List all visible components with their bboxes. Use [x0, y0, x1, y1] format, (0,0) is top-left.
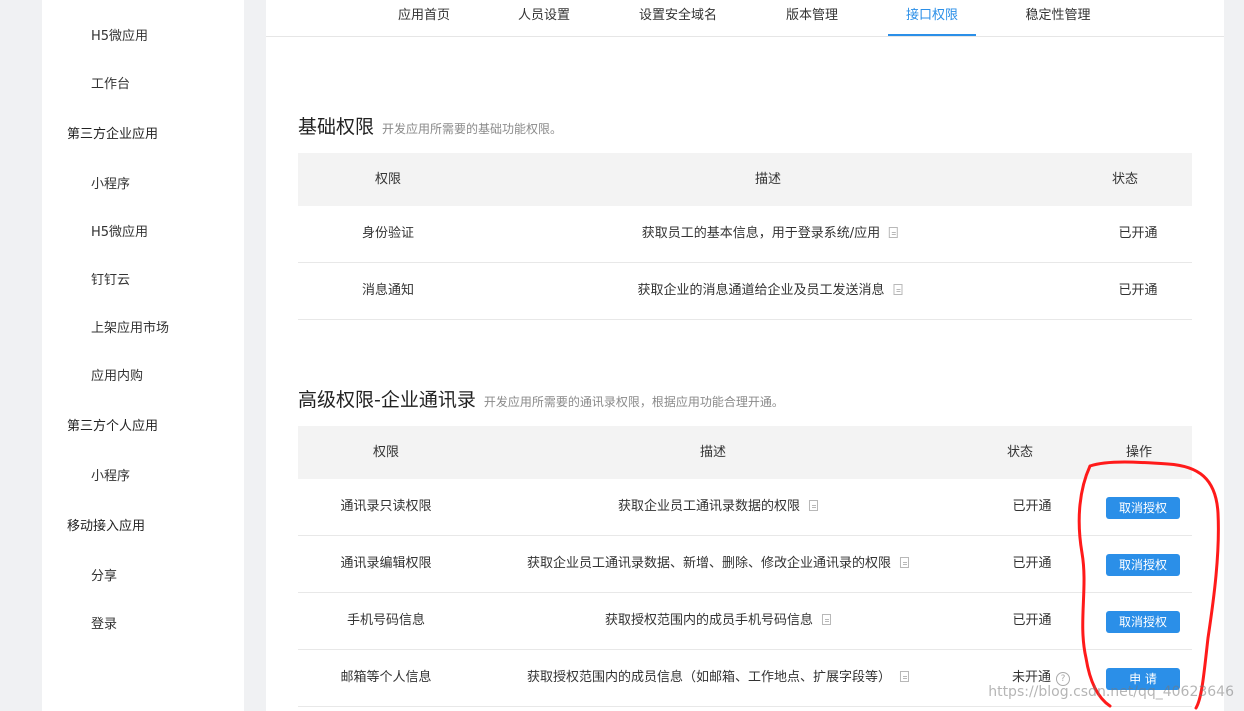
sidebar-item-app-market[interactable]: 上架应用市场	[42, 314, 244, 344]
advanced-table-header: 权限 描述 状态 操作	[298, 426, 1192, 479]
permission-name: 身份验证	[361, 226, 415, 241]
document-icon[interactable]	[889, 227, 899, 238]
permission-desc-text: 获取企业员工通讯录数据、新增、删除、修改企业通讯录的权限	[526, 556, 892, 571]
sidebar-group-mobile-access[interactable]: 移动接入应用	[42, 512, 244, 542]
sidebar-item-share[interactable]: 分享	[42, 562, 244, 592]
permission-name: 手机号码信息	[346, 613, 426, 628]
permission-name: 通讯录编辑权限	[340, 556, 432, 571]
header-permission: 权限	[374, 172, 402, 187]
document-icon[interactable]	[893, 284, 903, 295]
sidebar-item-mini-program[interactable]: 小程序	[42, 170, 244, 200]
table-row: 通讯录编辑权限 获取企业员工通讯录数据、新增、删除、修改企业通讯录的权限 已开通…	[298, 536, 1192, 593]
advanced-desc: 开发应用所需要的通讯录权限，根据应用功能合理开通。	[483, 395, 784, 409]
permission-desc: 获取企业员工通讯录数据、新增、删除、修改企业通讯录的权限	[526, 554, 910, 574]
table-row: 通讯录只读权限 获取企业员工通讯录数据的权限 已开通 取消授权	[298, 479, 1192, 536]
sidebar-item-in-app-purchase[interactable]: 应用内购	[42, 362, 244, 392]
revoke-button[interactable]: 取消授权	[1106, 554, 1180, 576]
table-row: 身份验证 获取员工的基本信息，用于登录系统/应用 已开通	[298, 206, 1192, 263]
tab-stability[interactable]: 稳定性管理	[1010, 0, 1106, 36]
permission-desc-text: 获取企业的消息通道给企业及员工发送消息	[637, 283, 885, 298]
sidebar-item-login[interactable]: 登录	[42, 610, 244, 640]
document-icon[interactable]	[900, 671, 910, 682]
document-icon[interactable]	[822, 614, 832, 625]
permission-status: 已开通	[1012, 556, 1052, 571]
sidebar: H5微应用 工作台 第三方企业应用 小程序 H5微应用 钉钉云 上架应用市场 应…	[42, 0, 244, 711]
tab-app-home[interactable]: 应用首页	[382, 0, 466, 36]
permission-desc: 获取授权范围内的成员手机号码信息	[604, 611, 832, 631]
sidebar-item-h5-app[interactable]: H5微应用	[42, 22, 244, 52]
permission-desc: 获取企业的消息通道给企业及员工发送消息	[637, 281, 903, 301]
sidebar-group-third-party-enterprise[interactable]: 第三方企业应用	[42, 120, 244, 150]
basic-desc: 开发应用所需要的基础功能权限。	[382, 122, 563, 136]
revoke-button[interactable]: 取消授权	[1106, 611, 1180, 633]
sidebar-item-mini-program-2[interactable]: 小程序	[42, 462, 244, 492]
table-row: 手机号码信息 获取授权范围内的成员手机号码信息 已开通 取消授权	[298, 593, 1192, 650]
permission-name: 通讯录只读权限	[340, 499, 432, 514]
permission-desc-text: 获取授权范围内的成员手机号码信息	[604, 613, 814, 628]
tab-api-permissions[interactable]: 接口权限	[888, 0, 976, 36]
watermark: https://blog.csdn.net/qq_40623646	[988, 684, 1234, 700]
header-description: 描述	[754, 172, 782, 187]
basic-table-header: 权限 描述 状态	[298, 153, 1192, 206]
header-status: 状态	[1006, 445, 1034, 460]
permission-status: 已开通	[1012, 613, 1052, 628]
permission-status: 已开通	[1012, 499, 1052, 514]
main-panel: 应用首页 人员设置 设置安全域名 版本管理 接口权限 稳定性管理 基础权限 开发应…	[266, 0, 1224, 711]
permission-desc: 获取企业员工通讯录数据的权限	[617, 497, 819, 517]
sidebar-item-workbench[interactable]: 工作台	[42, 70, 244, 100]
permission-desc-text: 获取员工的基本信息，用于登录系统/应用	[641, 226, 881, 241]
advanced-section-title: 高级权限-企业通讯录 开发应用所需要的通讯录权限，根据应用功能合理开通。	[298, 385, 784, 412]
header-description: 描述	[699, 445, 727, 460]
table-row: 消息通知 获取企业的消息通道给企业及员工发送消息 已开通	[298, 263, 1192, 320]
tab-divider	[266, 36, 1224, 37]
header-permission: 权限	[372, 445, 400, 460]
permission-desc-text: 获取授权范围内的成员信息（如邮箱、工作地点、扩展字段等）	[526, 670, 892, 685]
status-text: 未开通	[1011, 670, 1052, 685]
document-icon[interactable]	[809, 500, 819, 511]
revoke-button[interactable]: 取消授权	[1106, 497, 1180, 519]
tab-version[interactable]: 版本管理	[770, 0, 854, 36]
permission-name: 邮箱等个人信息	[340, 670, 432, 685]
permission-desc-text: 获取企业员工通讯录数据的权限	[617, 499, 801, 514]
advanced-title: 高级权限-企业通讯录	[298, 389, 476, 411]
sidebar-item-dingtalk-cloud[interactable]: 钉钉云	[42, 266, 244, 296]
permission-status: 已开通	[1118, 283, 1158, 298]
sidebar-item-h5-app-2[interactable]: H5微应用	[42, 218, 244, 248]
header-status: 状态	[1111, 172, 1139, 187]
basic-section-title: 基础权限 开发应用所需要的基础功能权限。	[298, 112, 562, 139]
permission-status: 已开通	[1118, 226, 1158, 241]
document-icon[interactable]	[900, 557, 910, 568]
header-action: 操作	[1125, 445, 1153, 460]
basic-title: 基础权限	[298, 116, 375, 138]
permission-name: 消息通知	[361, 283, 415, 298]
permission-desc: 获取员工的基本信息，用于登录系统/应用	[641, 224, 899, 244]
tab-security-domain[interactable]: 设置安全域名	[624, 0, 732, 36]
sidebar-group-third-party-personal[interactable]: 第三方个人应用	[42, 412, 244, 442]
permission-desc: 获取授权范围内的成员信息（如邮箱、工作地点、扩展字段等）	[526, 668, 910, 688]
tab-personnel[interactable]: 人员设置	[502, 0, 586, 36]
